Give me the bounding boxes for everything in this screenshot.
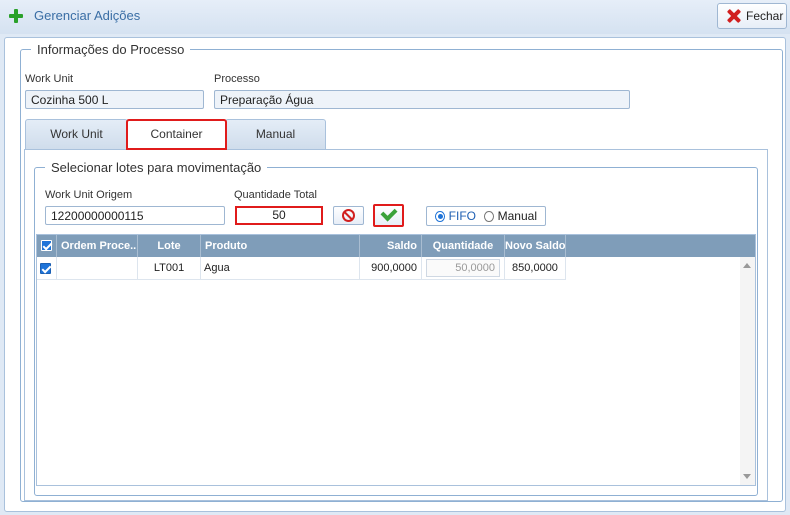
scroll-up-icon[interactable] — [743, 263, 751, 268]
row-checkbox[interactable] — [40, 263, 51, 274]
qty-total-field[interactable]: 50 — [235, 206, 323, 225]
work-unit-field[interactable]: Cozinha 500 L — [25, 90, 204, 109]
table-row[interactable]: LT001 Agua 900,0000 50,0000 850,0000 — [37, 257, 567, 280]
close-button[interactable]: Fechar — [717, 3, 787, 29]
dialog-title: Gerenciar Adições — [34, 8, 141, 23]
plus-icon — [9, 9, 23, 23]
grid-header: Ordem Proce... Lote Produto Saldo Quanti… — [37, 235, 755, 257]
radio-manual[interactable] — [483, 210, 494, 222]
process-field[interactable]: Preparação Água — [214, 90, 630, 109]
tab-manual[interactable]: Manual — [225, 119, 326, 150]
scroll-down-icon[interactable] — [743, 474, 751, 479]
col-novo-saldo[interactable]: Novo Saldo — [505, 235, 566, 257]
qty-total-label: Quantidade Total — [234, 189, 317, 201]
quantidade-input[interactable]: 50,0000 — [426, 259, 500, 277]
header-select-cell — [37, 235, 57, 257]
cell-lote: LT001 — [138, 257, 201, 280]
process-info-legend: Informações do Processo — [37, 42, 185, 57]
cell-quantidade: 50,0000 — [422, 257, 505, 280]
check-icon — [380, 204, 398, 222]
col-quantidade[interactable]: Quantidade — [422, 235, 505, 257]
work-unit-label: Work Unit — [25, 73, 74, 85]
col-ordem[interactable]: Ordem Proce... — [57, 235, 138, 257]
close-button-label: Fechar — [746, 9, 784, 23]
confirm-button[interactable] — [373, 204, 404, 227]
lotes-grid: Ordem Proce... Lote Produto Saldo Quanti… — [36, 234, 756, 486]
tab-work-unit[interactable]: Work Unit — [25, 119, 128, 150]
clear-button[interactable] — [333, 206, 364, 225]
close-icon — [727, 9, 741, 23]
cell-saldo: 900,0000 — [360, 257, 422, 280]
row-select-cell — [37, 257, 57, 280]
grid-scrollbar[interactable] — [740, 257, 755, 485]
cell-produto: Agua — [201, 257, 360, 280]
process-label: Processo — [214, 73, 260, 85]
dialog-header: Gerenciar Adições Fechar — [0, 0, 790, 34]
radio-fifo[interactable] — [435, 210, 445, 222]
col-lote[interactable]: Lote — [138, 235, 201, 257]
origin-label: Work Unit Origem — [45, 189, 133, 201]
lotes-legend: Selecionar lotes para movimentação — [51, 160, 262, 175]
ban-icon — [342, 209, 355, 222]
cell-ordem — [57, 257, 138, 280]
radio-fifo-label[interactable]: FIFO — [449, 209, 476, 223]
col-saldo[interactable]: Saldo — [360, 235, 422, 257]
radio-manual-label[interactable]: Manual — [498, 209, 537, 223]
tab-container[interactable]: Container — [126, 119, 227, 150]
mode-radio-group: FIFO Manual — [426, 206, 546, 226]
select-all-checkbox[interactable] — [41, 240, 52, 251]
col-produto[interactable]: Produto — [201, 235, 360, 257]
cell-novo-saldo: 850,0000 — [505, 257, 566, 280]
origin-field[interactable]: 12200000000115 — [45, 206, 225, 225]
